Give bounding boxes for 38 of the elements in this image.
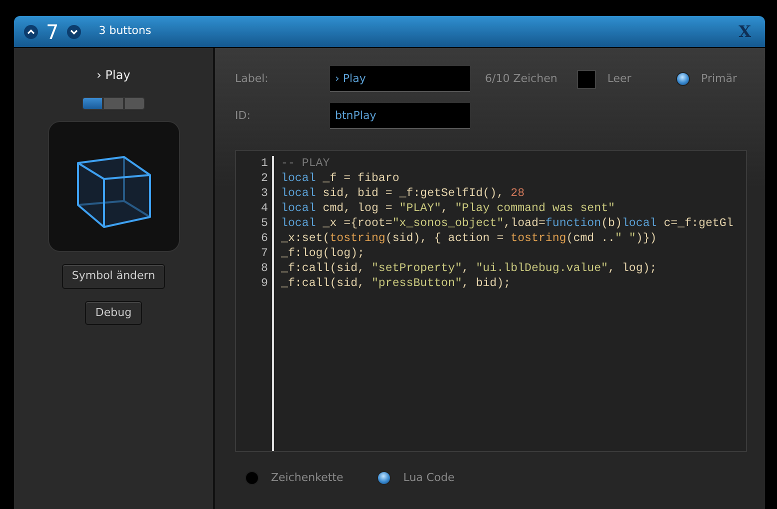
line-number: 9 [260, 276, 268, 291]
line-number: 7 [260, 246, 268, 261]
code-line: _x:set(tostring(sid), { action = tostring(cmd .." ")}) [281, 231, 658, 246]
state-segment[interactable] [82, 97, 103, 110]
code-editor[interactable] [235, 150, 747, 452]
empty-checkbox[interactable] [577, 70, 596, 88]
debug-button[interactable]: Debug [85, 300, 142, 325]
label-caption: Label: [235, 70, 270, 87]
line-number: 4 [260, 201, 268, 216]
mode-option[interactable]: Zeichenkette [245, 470, 344, 486]
code-line: local sid, bid = _f:getSelfId(), 28 [281, 186, 526, 201]
line-number: 3 [260, 186, 268, 201]
code-line: local cmd, log = "PLAY", "Play command was sent" [281, 201, 616, 216]
code-line: _f:log(log); [281, 246, 366, 261]
line-number: 5 [260, 216, 268, 231]
up-arrow-button[interactable] [24, 24, 38, 38]
line-number: 1 [260, 156, 268, 171]
down-arrow-button[interactable] [66, 24, 81, 38]
code-line: -- PLAY [281, 156, 331, 171]
code-line: local _x ={root="x_sonos_object",load=function(b)local c=_f:getGl [281, 216, 734, 231]
id-caption: ID: [235, 108, 252, 124]
label-input[interactable]: › Play [330, 66, 470, 92]
primary-radio[interactable] [676, 72, 690, 86]
code-line: _f:call(sid, "setProperty", "ui.lblDebug.value", log); [281, 261, 658, 276]
primary-label: Primär [701, 70, 737, 87]
change-symbol-button[interactable]: Symbol ändern [62, 264, 166, 288]
line-number: 8 [260, 261, 268, 276]
window-title: 3 buttons [98, 23, 152, 40]
char-count: 6/10 Zeichen [485, 70, 558, 87]
button-label: › Play [96, 67, 130, 84]
mode-option[interactable]: Lua Code [377, 470, 455, 486]
line-number: 2 [260, 171, 268, 186]
id-input[interactable]: btnPlay [330, 103, 470, 129]
button-number: 7 [46, 22, 59, 42]
line-number: 6 [260, 231, 268, 246]
code-line: _f:call(sid, "pressButton", bid); [281, 276, 512, 291]
empty-label: Leer [607, 70, 632, 87]
code-line: local _f = fibaro [281, 171, 400, 186]
